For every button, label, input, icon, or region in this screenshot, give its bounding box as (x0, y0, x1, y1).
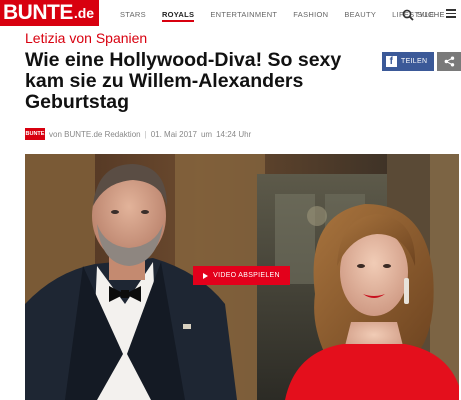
article-byline: BUNTE von BUNTE.de Redaktion | 01. Mai 2… (25, 128, 251, 140)
facebook-icon: f (386, 56, 397, 67)
search-icon (402, 8, 414, 21)
facebook-share-label: TEILEN (401, 58, 428, 65)
search-button[interactable]: SUCHE (402, 8, 445, 21)
article-headline: Wie eine Hollywood-Diva! So sexy kam sie… (25, 49, 342, 113)
nav-item-stars[interactable]: STARS (112, 0, 154, 28)
byline-author[interactable]: von BUNTE.de Redaktion (49, 130, 141, 139)
nav-item-royals[interactable]: ROYALS (154, 0, 202, 28)
nav-item-entertainment[interactable]: ENTERTAINMENT (202, 0, 285, 28)
play-video-label: VIDEO ABSPIELEN (213, 272, 280, 279)
main-nav: STARS ROYALS ENTERTAINMENT FASHION BEAUT… (112, 0, 442, 28)
byline-separator: | (144, 129, 147, 139)
nav-item-fashion[interactable]: FASHION (285, 0, 336, 28)
byline-logo: BUNTE (25, 128, 45, 140)
article-kicker[interactable]: Letizia von Spanien (25, 30, 147, 46)
bunte-logo[interactable]: BUNTE .de (0, 0, 100, 26)
byline-time-prefix: um (200, 129, 213, 139)
facebook-share-button[interactable]: f TEILEN (382, 52, 434, 71)
share-bar: f TEILEN (382, 52, 461, 71)
nav-item-beauty[interactable]: BEAUTY (336, 0, 384, 28)
share-more-button[interactable] (437, 52, 461, 71)
top-navigation-bar: BUNTE .de STARS ROYALS ENTERTAINMENT FAS… (0, 0, 461, 28)
share-icon (444, 56, 454, 67)
play-icon (203, 272, 209, 279)
byline-time: 14:24 Uhr (216, 129, 252, 139)
hamburger-menu-icon[interactable] (446, 9, 456, 18)
logo-domain: .de (73, 5, 95, 21)
logo-wordmark: BUNTE (3, 1, 73, 24)
play-video-button[interactable]: VIDEO ABSPIELEN (193, 266, 290, 285)
search-label: SUCHE (417, 9, 445, 19)
byline-date: 01. Mai 2017 (150, 129, 197, 139)
